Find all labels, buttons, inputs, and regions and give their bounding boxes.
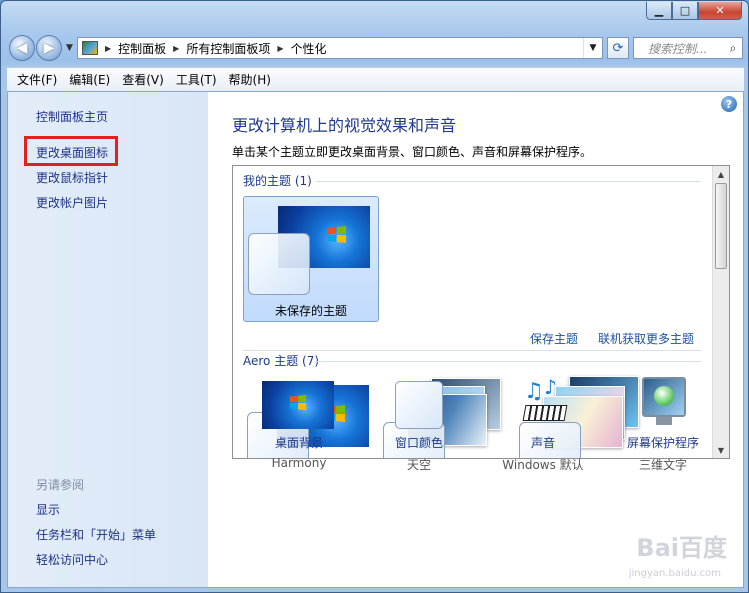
breadcrumb-control-panel[interactable]: 控制面板 bbox=[118, 40, 166, 57]
chevron-right-icon[interactable]: ▶ bbox=[173, 44, 179, 53]
see-also-heading: 另请参阅 bbox=[36, 478, 85, 492]
forward-arrow-icon: ▶ bbox=[43, 40, 55, 56]
window-color-label: 窗口颜色 bbox=[394, 436, 443, 450]
refresh-button[interactable]: ⟳ bbox=[607, 37, 629, 59]
screen-saver-icon bbox=[642, 377, 686, 417]
sounds-label: 声音 bbox=[530, 436, 555, 450]
watermark-logo: Bai百度 bbox=[636, 534, 727, 562]
menu-help[interactable]: 帮助(H) bbox=[223, 71, 277, 88]
breadcrumb-all-items[interactable]: 所有控制面板项 bbox=[186, 40, 270, 57]
my-themes-heading[interactable]: 我的主题 (1) bbox=[243, 172, 312, 189]
caption-buttons: ▁ □ ✕ bbox=[646, 2, 742, 22]
windows-logo-icon bbox=[289, 394, 307, 411]
back-arrow-icon: ◀ bbox=[16, 40, 28, 56]
sidebar-item-change-account-picture[interactable]: 更改帐户图片 bbox=[36, 194, 108, 211]
save-theme-link[interactable]: 保存主题 bbox=[530, 330, 578, 347]
page-subtitle: 单击某个主题立即更改桌面背景、窗口颜色、声音和屏幕保护程序。 bbox=[232, 145, 593, 159]
theme-unsaved[interactable]: 未保存的主题 bbox=[243, 196, 379, 322]
sidebar-item-change-mouse-pointers[interactable]: 更改鼠标指针 bbox=[36, 169, 108, 186]
breadcrumb-personalization[interactable]: 个性化 bbox=[291, 40, 327, 57]
sounds-icon: ♫ ♪ bbox=[522, 375, 568, 429]
desktop-background-button[interactable]: 桌面背景 Harmony bbox=[244, 381, 354, 517]
menu-tools[interactable]: 工具(T) bbox=[170, 71, 223, 88]
monitor-stand bbox=[656, 417, 672, 425]
menu-edit[interactable]: 编辑(E) bbox=[63, 71, 116, 88]
sidebar: 控制面板主页 更改桌面图标 更改鼠标指针 更改帐户图片 另请参阅 显示 任务栏和… bbox=[8, 92, 208, 587]
sidebar-item-ease-of-access[interactable]: 轻松访问中心 bbox=[36, 551, 108, 568]
menu-bar: 文件(F) 编辑(E) 查看(V) 工具(T) 帮助(H) bbox=[7, 67, 744, 91]
sounds-button[interactable]: ♫ ♪ 声音 Windows 默认 bbox=[488, 375, 598, 517]
refresh-icon: ⟳ bbox=[612, 40, 624, 56]
get-more-themes-link[interactable]: 联机获取更多主题 bbox=[598, 330, 694, 347]
search-icon[interactable]: ⌕ bbox=[724, 41, 742, 56]
help-icon[interactable]: ? bbox=[721, 96, 737, 112]
address-dropdown-icon[interactable]: ▼ bbox=[583, 38, 602, 58]
watermark-url: jingyan.baidu.com bbox=[628, 568, 721, 579]
address-bar[interactable]: ▶ 控制面板 ▶ 所有控制面板项 ▶ 个性化 ▼ bbox=[77, 37, 603, 59]
desktop-background-value: Harmony bbox=[271, 456, 327, 470]
chevron-right-icon[interactable]: ▶ bbox=[277, 44, 283, 53]
screen-saver-value: 三维文字 bbox=[638, 458, 687, 472]
back-button[interactable]: ◀ bbox=[9, 35, 35, 61]
screen-saver-label: 屏幕保护程序 bbox=[626, 436, 699, 450]
scroll-up-icon[interactable]: ▲ bbox=[713, 166, 729, 182]
screen-saver-button[interactable]: 屏幕保护程序 三维文字 bbox=[608, 377, 718, 517]
sidebar-item-display[interactable]: 显示 bbox=[36, 501, 60, 518]
menu-file[interactable]: 文件(F) bbox=[11, 71, 63, 88]
navigation-bar: ◀ ▶ ▼ ▶ 控制面板 ▶ 所有控制面板项 ▶ 个性化 ▼ ⟳ 搜索控制...… bbox=[7, 35, 744, 63]
desktop-background-label: 桌面背景 bbox=[274, 436, 323, 450]
divider bbox=[315, 181, 701, 182]
window-color-icon bbox=[395, 381, 443, 429]
highlight-box bbox=[24, 136, 118, 166]
window-frame: ▁ □ ✕ ◀ ▶ ▼ ▶ 控制面板 ▶ 所有控制面板项 ▶ 个性化 ▼ ⟳ 搜… bbox=[0, 0, 749, 593]
menu-view[interactable]: 查看(V) bbox=[116, 71, 170, 88]
divider bbox=[315, 361, 701, 362]
chevron-right-icon[interactable]: ▶ bbox=[105, 44, 111, 53]
window-color-value: 天空 bbox=[406, 458, 431, 472]
theme-name: 未保存的主题 bbox=[274, 304, 347, 318]
sounds-value: Windows 默认 bbox=[502, 458, 584, 472]
sidebar-item-taskbar-start-menu[interactable]: 任务栏和「开始」菜单 bbox=[36, 526, 156, 543]
divider bbox=[243, 350, 701, 351]
search-input[interactable]: 搜索控制... ⌕ bbox=[633, 37, 743, 59]
control-panel-icon bbox=[82, 41, 98, 55]
window-color-button[interactable]: 窗口颜色 天空 bbox=[364, 381, 474, 517]
scrollbar-thumb[interactable] bbox=[715, 183, 727, 269]
desktop-background-preview bbox=[262, 381, 334, 429]
windows-logo-icon bbox=[328, 226, 346, 243]
search-placeholder: 搜索控制... bbox=[648, 41, 708, 56]
recent-pages-dropdown-icon[interactable]: ▼ bbox=[66, 43, 73, 53]
aero-themes-heading[interactable]: Aero 主题 (7) bbox=[243, 352, 319, 369]
close-button[interactable]: ✕ bbox=[698, 2, 742, 20]
minimize-button[interactable]: ▁ bbox=[646, 2, 672, 20]
content-area: 控制面板主页 更改桌面图标 更改鼠标指针 更改帐户图片 另请参阅 显示 任务栏和… bbox=[7, 91, 744, 588]
window-color-swatch bbox=[248, 233, 310, 295]
page-title: 更改计算机上的视觉效果和声音 bbox=[232, 116, 457, 135]
main-panel: ? 更改计算机上的视觉效果和声音 单击某个主题立即更改桌面背景、窗口颜色、声音和… bbox=[208, 92, 743, 587]
forward-button[interactable]: ▶ bbox=[36, 35, 62, 61]
maximize-button[interactable]: □ bbox=[672, 2, 698, 20]
sidebar-item-control-panel-home[interactable]: 控制面板主页 bbox=[36, 108, 108, 125]
